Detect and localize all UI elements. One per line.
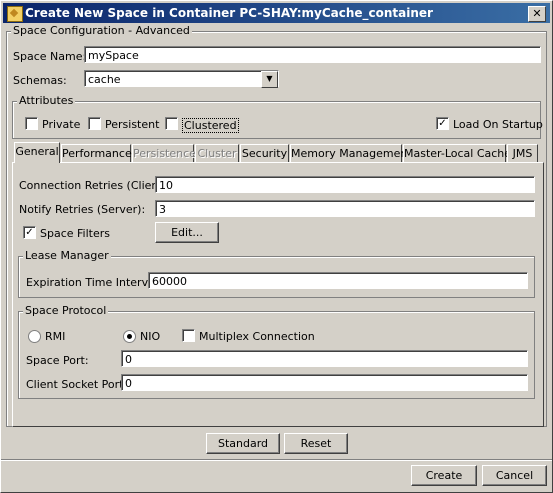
connection-retries-input[interactable]: 10 bbox=[155, 176, 535, 193]
schemas-select[interactable]: cache ▼ bbox=[84, 70, 279, 88]
attributes-legend: Attributes bbox=[17, 94, 76, 107]
client-socket-port-input[interactable]: 0 bbox=[121, 374, 528, 391]
rmi-label: RMI bbox=[45, 330, 66, 343]
space-name-input[interactable]: mySpace bbox=[84, 46, 541, 63]
tab-memory-management[interactable]: Memory Management bbox=[290, 144, 412, 162]
cancel-button[interactable]: Cancel bbox=[482, 465, 547, 486]
tab-persistence: Persistence bbox=[132, 144, 196, 162]
space-protocol-legend: Space Protocol bbox=[23, 304, 109, 317]
close-icon: ✕ bbox=[532, 7, 542, 20]
expiration-time-input[interactable]: 60000 bbox=[148, 272, 528, 289]
clustered-label: Clustered bbox=[182, 118, 239, 133]
load-on-startup-checkbox[interactable]: ✓ bbox=[436, 117, 449, 130]
title-bar[interactable]: Create New Space in Container PC-SHAY:my… bbox=[3, 3, 550, 23]
space-filters-label: Space Filters bbox=[40, 227, 110, 240]
private-checkbox[interactable] bbox=[25, 117, 38, 130]
clustered-checkbox[interactable] bbox=[165, 117, 178, 130]
space-port-input[interactable]: 0 bbox=[121, 350, 528, 367]
multiplex-connection-checkbox[interactable] bbox=[182, 329, 195, 342]
notify-retries-label: Notify Retries (Server): bbox=[19, 203, 146, 216]
space-port-label: Space Port: bbox=[26, 354, 89, 367]
standard-button[interactable]: Standard bbox=[206, 433, 280, 454]
private-label: Private bbox=[42, 118, 81, 131]
rmi-radio[interactable] bbox=[28, 330, 41, 343]
check-icon: ✓ bbox=[438, 118, 447, 129]
lease-manager-legend: Lease Manager bbox=[23, 249, 111, 262]
nio-label: NIO bbox=[140, 330, 161, 343]
edit-filters-button[interactable]: Edit... bbox=[155, 222, 219, 243]
schemas-selected-value: cache bbox=[88, 73, 121, 86]
create-button[interactable]: Create bbox=[411, 465, 477, 486]
window-title: Create New Space in Container PC-SHAY:my… bbox=[25, 6, 433, 20]
connection-retries-label: Connection Retries (Client): bbox=[19, 179, 171, 192]
space-configuration-legend: Space Configuration - Advanced bbox=[11, 24, 192, 37]
tab-security[interactable]: Security bbox=[240, 144, 289, 162]
notify-retries-input[interactable]: 3 bbox=[155, 200, 535, 217]
tab-performance[interactable]: Performance bbox=[61, 144, 132, 162]
dialog-window: Create New Space in Container PC-SHAY:my… bbox=[0, 0, 553, 493]
nio-radio[interactable] bbox=[123, 330, 136, 343]
close-button[interactable]: ✕ bbox=[528, 6, 546, 22]
tab-general[interactable]: General bbox=[14, 142, 60, 163]
reset-button[interactable]: Reset bbox=[284, 433, 348, 454]
expiration-time-label: Expiration Time Interval: bbox=[26, 276, 162, 289]
space-filters-checkbox[interactable]: ✓ bbox=[23, 226, 36, 239]
footer-separator bbox=[1, 459, 552, 461]
load-on-startup-label: Load On Startup bbox=[453, 118, 543, 131]
check-icon: ✓ bbox=[25, 227, 34, 238]
tab-cluster: Cluster bbox=[195, 144, 239, 162]
persistent-label: Persistent bbox=[105, 118, 160, 131]
chevron-down-icon[interactable]: ▼ bbox=[261, 71, 278, 88]
app-icon bbox=[7, 6, 23, 22]
tab-jms[interactable]: JMS bbox=[507, 144, 538, 162]
client-socket-port-label: Client Socket Port: bbox=[26, 378, 128, 391]
tab-master-local-cache[interactable]: Master-Local Cache bbox=[403, 144, 511, 162]
schemas-label: Schemas: bbox=[13, 74, 67, 87]
persistent-checkbox[interactable] bbox=[88, 117, 101, 130]
space-name-label: Space Name: bbox=[13, 50, 87, 63]
multiplex-connection-label: Multiplex Connection bbox=[199, 330, 315, 343]
